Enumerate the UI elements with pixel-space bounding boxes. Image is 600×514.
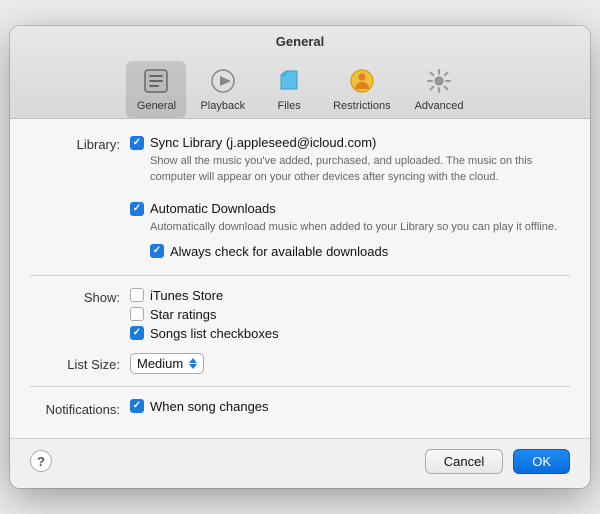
list-size-row: List Size: Medium xyxy=(30,353,570,374)
star-ratings-label[interactable]: Star ratings xyxy=(150,307,216,322)
sync-library-label[interactable]: Sync Library (j.appleseed@icloud.com) xyxy=(150,135,376,150)
library-content: ✓ Sync Library (j.appleseed@icloud.com) … xyxy=(130,135,570,193)
tab-restrictions[interactable]: Restrictions xyxy=(323,61,400,118)
tab-advanced[interactable]: Advanced xyxy=(405,61,474,118)
list-size-content: Medium xyxy=(130,353,570,374)
window-title: General xyxy=(10,34,590,49)
songs-checkboxes-row: ✓ Songs list checkboxes xyxy=(130,326,570,341)
when-song-changes-row: ✓ When song changes xyxy=(130,399,570,414)
itunes-store-checkbox[interactable]: ✓ xyxy=(130,288,144,302)
star-ratings-checkbox[interactable]: ✓ xyxy=(130,307,144,321)
notifications-label: Notifications: xyxy=(30,400,130,417)
tab-playback-label: Playback xyxy=(200,100,245,112)
auto-downloads-checkbox[interactable]: ✓ xyxy=(130,202,144,216)
list-size-value: Medium xyxy=(137,356,183,371)
divider-2 xyxy=(30,386,570,387)
always-check-label[interactable]: Always check for available downloads xyxy=(170,244,388,259)
divider-1 xyxy=(30,275,570,276)
window: General General xyxy=(10,26,590,487)
songs-checkboxes-label[interactable]: Songs list checkboxes xyxy=(150,326,279,341)
cancel-button[interactable]: Cancel xyxy=(425,449,503,474)
always-check-row: ✓ Always check for available downloads xyxy=(130,244,570,259)
advanced-icon xyxy=(423,65,455,97)
sync-library-row: ✓ Sync Library (j.appleseed@icloud.com) xyxy=(130,135,570,150)
help-button[interactable]: ? xyxy=(30,450,52,472)
downloads-content: ✓ Automatic Downloads Automatically down… xyxy=(130,201,570,262)
sync-library-description: Show all the music you've added, purchas… xyxy=(130,154,570,185)
tab-files[interactable]: Files xyxy=(259,61,319,118)
always-check-checkmark: ✓ xyxy=(153,246,161,256)
ok-button[interactable]: OK xyxy=(513,449,570,474)
when-song-changes-checkmark: ✓ xyxy=(133,401,141,411)
sync-library-checkbox[interactable]: ✓ xyxy=(130,136,144,150)
tab-general-label: General xyxy=(137,100,176,112)
auto-downloads-label[interactable]: Automatic Downloads xyxy=(150,201,276,216)
general-icon xyxy=(140,65,172,97)
when-song-changes-checkbox[interactable]: ✓ xyxy=(130,399,144,413)
songs-checkboxes-checkbox[interactable]: ✓ xyxy=(130,326,144,340)
footer: ? Cancel OK xyxy=(10,438,590,488)
tab-general[interactable]: General xyxy=(126,61,186,118)
arrow-down-icon xyxy=(189,364,197,369)
sync-library-checkmark: ✓ xyxy=(133,138,141,148)
star-ratings-row: ✓ Star ratings xyxy=(130,307,570,322)
content-area: Library: ✓ Sync Library (j.appleseed@icl… xyxy=(10,119,590,437)
toolbar: General Playback xyxy=(10,57,590,118)
always-check-checkbox[interactable]: ✓ xyxy=(150,244,164,258)
files-icon xyxy=(273,65,305,97)
when-song-changes-label[interactable]: When song changes xyxy=(150,399,269,414)
tab-restrictions-label: Restrictions xyxy=(333,100,390,112)
tab-files-label: Files xyxy=(277,100,300,112)
arrow-up-icon xyxy=(189,358,197,363)
downloads-row: ✓ Automatic Downloads Automatically down… xyxy=(30,201,570,262)
library-row: Library: ✓ Sync Library (j.appleseed@icl… xyxy=(30,135,570,193)
auto-downloads-row: ✓ Automatic Downloads xyxy=(130,201,570,216)
playback-icon xyxy=(207,65,239,97)
select-arrows xyxy=(189,358,197,369)
tab-playback[interactable]: Playback xyxy=(190,61,255,118)
itunes-store-row: ✓ iTunes Store xyxy=(130,288,570,303)
notifications-row: Notifications: ✓ When song changes xyxy=(30,399,570,418)
show-content: ✓ iTunes Store ✓ Star ratings ✓ Songs li… xyxy=(130,288,570,345)
list-size-select[interactable]: Medium xyxy=(130,353,204,374)
show-row: Show: ✓ iTunes Store ✓ Star ratings ✓ xyxy=(30,288,570,345)
library-label: Library: xyxy=(30,135,130,152)
restrictions-icon xyxy=(346,65,378,97)
notifications-content: ✓ When song changes xyxy=(130,399,570,418)
itunes-store-label[interactable]: iTunes Store xyxy=(150,288,223,303)
auto-downloads-checkmark: ✓ xyxy=(133,204,141,214)
list-size-label: List Size: xyxy=(30,355,130,372)
titlebar: General General xyxy=(10,26,590,119)
button-group: Cancel OK xyxy=(425,449,570,474)
auto-downloads-description: Automatically download music when added … xyxy=(130,220,570,235)
show-label: Show: xyxy=(30,288,130,305)
songs-checkboxes-checkmark: ✓ xyxy=(133,328,141,338)
tab-advanced-label: Advanced xyxy=(415,100,464,112)
